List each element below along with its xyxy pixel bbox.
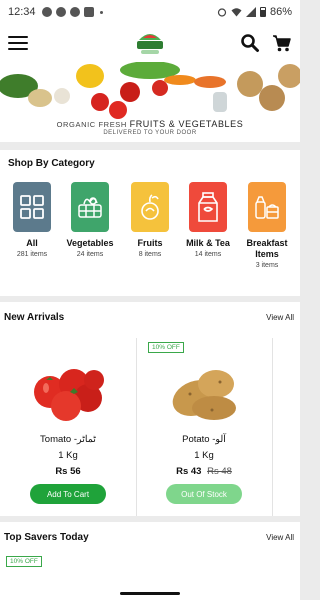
app-bar-actions <box>240 33 292 53</box>
card-divider <box>136 338 137 516</box>
alarm-icon <box>217 8 227 17</box>
potato-image <box>172 370 236 420</box>
category-name: Milk & Tea <box>186 238 230 248</box>
signal-icon <box>245 7 256 17</box>
promo-banner[interactable]: ORGANIC FRESH FRUITS & VEGETABLES DELIVE… <box>0 62 300 142</box>
current-price: Rs 43 <box>176 466 202 477</box>
product-card-potato[interactable]: 10% OFF Potato -آلو 1 Kg Rs 43 Rs 48 Out… <box>140 338 268 516</box>
add-to-cart-button[interactable]: Add To Cart <box>30 484 106 504</box>
category-count: 3 items <box>255 262 279 269</box>
category-count: 8 items <box>138 251 162 258</box>
category-count: 14 items <box>194 251 222 258</box>
product-quantity: 1 Kg <box>58 450 78 461</box>
category-name: Fruits <box>137 238 163 248</box>
section-header: New Arrivals View All <box>0 312 300 323</box>
status-bar: 12:34 86% <box>0 0 300 24</box>
more-notifications-dot <box>99 10 103 14</box>
status-time: 12:34 <box>8 6 36 18</box>
banner-headline: ORGANIC FRESH FRUITS & VEGETABLES <box>0 119 300 129</box>
category-name: All <box>26 238 38 248</box>
product-name: Potato -آلو <box>182 434 226 445</box>
old-price: Rs 48 <box>207 466 232 477</box>
cart-icon[interactable] <box>272 33 292 53</box>
freshpk-logo <box>137 34 163 54</box>
category-milk-tea[interactable]: Milk & Tea 14 items <box>178 182 238 258</box>
section-title: Top Savers Today <box>4 532 89 543</box>
discount-badge: 10% OFF <box>148 342 184 353</box>
new-arrivals-section: New Arrivals View All Tomato -ٹماٹر 1 Kg… <box>0 302 300 516</box>
category-name: Vegetables <box>66 238 114 248</box>
system-nav-bar <box>0 588 300 600</box>
category-breakfast-items[interactable]: Breakfast Items 3 items <box>237 182 297 269</box>
product-price: Rs 56 <box>4 466 132 477</box>
banner-headline-highlight: FRUITS & VEGETABLES <box>129 119 244 129</box>
search-icon[interactable] <box>240 33 260 53</box>
breakfast-icon <box>248 182 286 232</box>
app-bar <box>0 24 300 62</box>
shop-by-category-section: Shop By Category All 281 items Vegetable… <box>0 150 300 296</box>
category-count: 24 items <box>76 251 104 258</box>
banner-headline-prefix: ORGANIC FRESH <box>56 120 127 129</box>
category-count: 281 items <box>16 251 48 258</box>
tomato-image <box>34 369 104 421</box>
current-price: Rs 56 <box>55 466 81 477</box>
milk-carton-icon <box>189 182 227 232</box>
product-quantity: 1 Kg <box>194 450 214 461</box>
section-header: Top Savers Today View All <box>0 532 300 543</box>
section-title: New Arrivals <box>4 312 65 323</box>
home-gesture-handle[interactable] <box>120 592 180 595</box>
grid-icon <box>13 182 51 232</box>
category-all[interactable]: All 281 items <box>2 182 62 258</box>
product-name: Tomato -ٹماٹر <box>40 434 96 445</box>
youtube-icon <box>83 7 94 17</box>
out-of-stock-button[interactable]: Out Of Stock <box>166 484 242 504</box>
discount-badge: 10% OFF <box>6 556 42 567</box>
produce-illustration <box>0 62 300 120</box>
messenger-icon <box>55 7 66 17</box>
category-vegetables[interactable]: Vegetables 24 items <box>60 182 120 258</box>
wifi-icon <box>231 8 242 17</box>
fruit-icon <box>131 182 169 232</box>
product-card-tomato[interactable]: Tomato -ٹماٹر 1 Kg Rs 56 Add To Cart <box>4 338 132 516</box>
view-all-link[interactable]: View All <box>266 533 294 542</box>
battery-icon <box>259 7 266 17</box>
card-divider <box>272 338 273 516</box>
product-price: Rs 43 Rs 48 <box>140 466 268 477</box>
vegetables-basket-icon <box>71 182 109 232</box>
banner-caption: ORGANIC FRESH FRUITS & VEGETABLES DELIVE… <box>0 119 300 136</box>
battery-percent: 86% <box>269 6 292 18</box>
top-savers-section: Top Savers Today View All 10% OFF <box>0 522 300 588</box>
category-name: Breakfast Items <box>246 238 288 259</box>
category-fruits[interactable]: Fruits 8 items <box>120 182 180 258</box>
section-title: Shop By Category <box>8 158 95 169</box>
notification-icon <box>41 7 52 17</box>
view-all-link[interactable]: View All <box>266 313 294 322</box>
menu-icon[interactable] <box>8 36 28 50</box>
status-right: 86% <box>217 6 292 18</box>
banner-subline: DELIVERED TO YOUR DOOR <box>103 130 197 136</box>
facebook-icon <box>69 7 80 17</box>
